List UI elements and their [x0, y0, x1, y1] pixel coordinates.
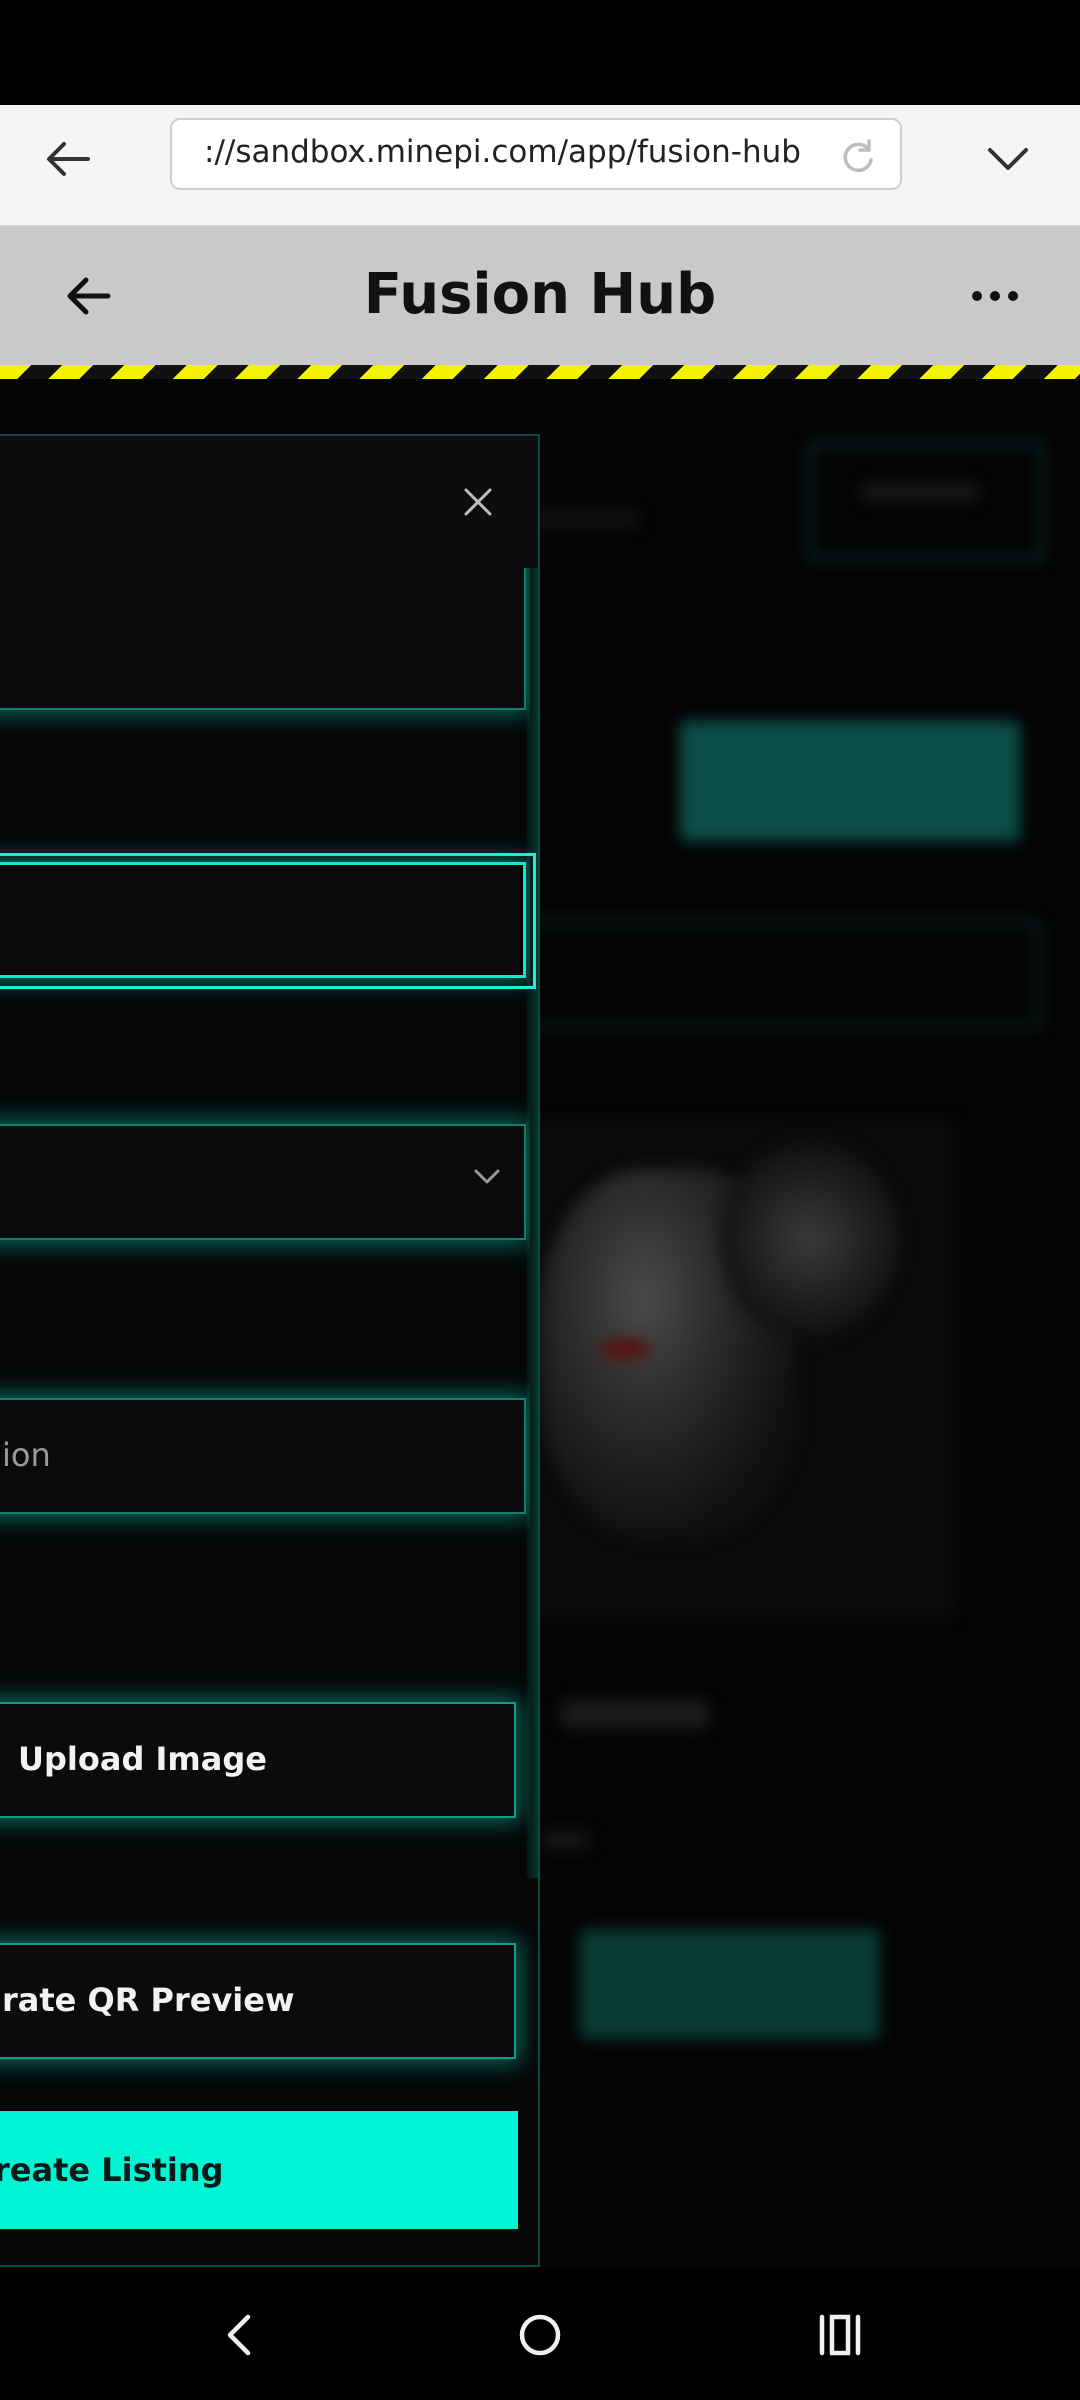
- modal-scroll-glow: [526, 568, 538, 1878]
- reload-icon[interactable]: [838, 136, 878, 176]
- select-field[interactable]: [0, 1124, 526, 1240]
- background-text: [560, 1699, 710, 1729]
- app-header: Fusion Hub: [0, 226, 1080, 365]
- generate-qr-preview-label: rate QR Preview: [2, 1981, 295, 2019]
- create-listing-button[interactable]: reate Listing: [0, 2111, 518, 2229]
- background-create-button: [680, 721, 1020, 841]
- upload-image-label: Upload Image: [18, 1740, 267, 1778]
- back-arrow-icon[interactable]: [40, 129, 100, 189]
- browser-toolbar: ://sandbox.minepi.com/app/fusion-hub: [0, 105, 1080, 226]
- background-listing-image: [720, 1139, 900, 1339]
- focus-ring: [0, 853, 536, 989]
- more-options-icon[interactable]: [965, 281, 1025, 311]
- page-title: Fusion Hub: [363, 262, 717, 327]
- create-listing-modal: ion Upload Image rate QR Preview reate L…: [0, 434, 540, 2267]
- background-text: [540, 1829, 590, 1851]
- description-field[interactable]: ion: [0, 1398, 526, 1514]
- generate-qr-preview-button[interactable]: rate QR Preview: [0, 1943, 516, 2059]
- nav-home-icon[interactable]: [510, 2305, 570, 2365]
- url-text: ://sandbox.minepi.com/app/fusion-hub: [204, 134, 801, 170]
- status-bar: [0, 0, 1080, 105]
- background-card-button: [580, 1929, 880, 2039]
- chevron-down-icon[interactable]: [980, 131, 1036, 187]
- close-icon[interactable]: [456, 480, 500, 524]
- modal-footer: rate QR Preview reate Listing: [0, 1878, 538, 2265]
- description-placeholder: ion: [2, 1436, 51, 1474]
- create-listing-label: reate Listing: [0, 2151, 224, 2189]
- nav-back-icon[interactable]: [210, 2305, 270, 2365]
- nav-recents-icon[interactable]: [810, 2305, 870, 2365]
- modal-header: [0, 436, 538, 568]
- system-nav-bar: [0, 2267, 1080, 2400]
- upload-image-button[interactable]: Upload Image: [0, 1702, 516, 1818]
- sandbox-hazard-stripe: [0, 365, 1080, 379]
- background-text: [860, 481, 980, 503]
- text-field[interactable]: [0, 568, 526, 710]
- chevron-down-icon: [472, 1166, 502, 1186]
- url-bar[interactable]: ://sandbox.minepi.com/app/fusion-hub: [170, 118, 902, 190]
- modal-form: ion Upload Image: [0, 568, 530, 1878]
- background-search-field: [510, 919, 1040, 1029]
- background-listing-image: [600, 1339, 650, 1359]
